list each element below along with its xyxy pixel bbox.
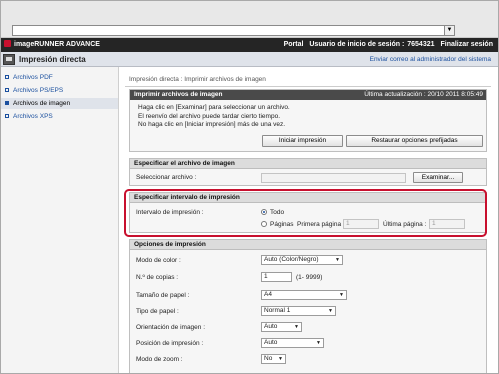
file-section: Especificar el archivo de imagen Selecci… bbox=[129, 158, 487, 186]
page-title: Impresión directa bbox=[19, 55, 86, 64]
chevron-down-icon: ▼ bbox=[328, 308, 333, 314]
bullet-icon bbox=[5, 88, 9, 92]
paper-size-label: Tamaño de papel : bbox=[136, 292, 190, 299]
sidebar-item-label: Archivos de imagen bbox=[13, 100, 71, 107]
email-admin-link[interactable]: Enviar correo al administrador del siste… bbox=[370, 55, 491, 65]
file-section-header: Especificar el archivo de imagen bbox=[130, 159, 486, 169]
print-panel-title: Imprimir archivos de imagen bbox=[134, 91, 223, 98]
sidebar-item-xps[interactable]: Archivos XPS bbox=[0, 111, 118, 122]
bullet-icon bbox=[5, 101, 9, 105]
paper-type-select[interactable]: Normal 1 ▼ bbox=[261, 306, 336, 316]
chevron-down-icon: ▼ bbox=[316, 340, 321, 346]
position-select[interactable]: Auto ▼ bbox=[261, 338, 324, 348]
chevron-down-icon: ▼ bbox=[294, 324, 299, 330]
brand: imageRUNNER ADVANCE bbox=[4, 40, 100, 50]
instruction-line: El reenvío del archivo puede tardar cier… bbox=[138, 112, 280, 120]
page-titlebar: Impresión directa Enviar correo al admin… bbox=[0, 52, 499, 67]
brand-name: imageRUNNER ADVANCE bbox=[14, 41, 100, 48]
bullet-icon bbox=[5, 114, 9, 118]
dropdown-arrow-icon[interactable]: ▼ bbox=[444, 26, 454, 35]
position-label: Posición de impresión : bbox=[136, 340, 204, 347]
bullet-icon bbox=[5, 75, 9, 79]
zoom-label: Modo de zoom : bbox=[136, 356, 183, 363]
start-print-button[interactable]: Iniciar impresión bbox=[262, 135, 343, 147]
options-section: Opciones de impresión Modo de color : Au… bbox=[129, 239, 487, 374]
paper-type-label: Tipo de papel : bbox=[136, 308, 179, 315]
zoom-value: No bbox=[264, 355, 273, 362]
sidebar-item-label: Archivos PDF bbox=[13, 74, 53, 81]
browser-toolbar: ▼ bbox=[0, 0, 499, 38]
copies-label: N.º de copias : bbox=[136, 274, 179, 281]
color-mode-select[interactable]: Auto (Color/Negro) ▼ bbox=[261, 255, 343, 265]
sidebar-item-pdf[interactable]: Archivos PDF bbox=[0, 72, 118, 83]
reset-defaults-button[interactable]: Restaurar opciones prefijadas bbox=[346, 135, 483, 147]
orientation-label: Orientación de imagen : bbox=[136, 324, 206, 331]
breadcrumb: Impresión directa : Imprimir archivos de… bbox=[129, 76, 266, 83]
canon-logo-icon bbox=[4, 40, 11, 47]
paper-type-value: Normal 1 bbox=[264, 307, 291, 314]
chevron-down-icon: ▼ bbox=[339, 292, 344, 298]
orientation-select[interactable]: Auto ▼ bbox=[261, 322, 302, 332]
instructions: Haga clic en [Examinar] para seleccionar… bbox=[138, 104, 290, 130]
sidebar: Archivos PDF Archivos PS/EPS Archivos de… bbox=[0, 67, 119, 374]
orientation-value: Auto bbox=[264, 323, 278, 330]
color-mode-label: Modo de color : bbox=[136, 257, 181, 264]
zoom-select[interactable]: No ▼ bbox=[261, 354, 286, 364]
sidebar-item-image[interactable]: Archivos de imagen bbox=[0, 98, 118, 109]
instruction-line: Haga clic en [Examinar] para seleccionar… bbox=[138, 104, 290, 111]
copies-range: (1- 9999) bbox=[296, 274, 323, 281]
color-mode-value: Auto (Color/Negro) bbox=[264, 256, 319, 263]
sidebar-item-label: Archivos PS/EPS bbox=[13, 87, 64, 94]
last-update: Última actualización : 20/10 2011 8:05:4… bbox=[364, 91, 483, 98]
options-section-header: Opciones de impresión bbox=[130, 240, 486, 250]
portal-link[interactable]: Portal bbox=[284, 41, 304, 48]
logout-link[interactable]: Finalizar sesión bbox=[440, 41, 493, 48]
divider bbox=[125, 86, 491, 87]
sidebar-item-label: Archivos XPS bbox=[13, 113, 53, 120]
instruction-line: No haga clic en [Iniciar impresión] más … bbox=[138, 121, 286, 128]
print-panel-header: Imprimir archivos de imagen Última actua… bbox=[130, 90, 486, 100]
select-file-label: Seleccionar archivo : bbox=[136, 174, 197, 181]
sidebar-item-ps-eps[interactable]: Archivos PS/EPS bbox=[0, 85, 118, 96]
login-user: 7654321 bbox=[407, 41, 435, 48]
position-value: Auto bbox=[264, 339, 278, 346]
chevron-down-icon: ▼ bbox=[335, 257, 340, 263]
address-combobox[interactable]: ▼ bbox=[12, 25, 455, 36]
file-path-field[interactable] bbox=[261, 173, 406, 183]
header-right: Portal Usuario de inicio de sesión : 765… bbox=[280, 40, 493, 50]
browse-button[interactable]: Examinar... bbox=[413, 172, 463, 183]
range-highlight bbox=[124, 189, 487, 237]
copies-field[interactable]: 1 bbox=[261, 272, 292, 282]
login-label: Usuario de inicio de sesión : bbox=[309, 41, 405, 48]
app-header: imageRUNNER ADVANCE Portal Usuario de in… bbox=[0, 38, 499, 52]
chevron-down-icon: ▼ bbox=[278, 356, 283, 362]
paper-size-value: A4 bbox=[264, 291, 272, 298]
print-panel: Imprimir archivos de imagen Última actua… bbox=[129, 89, 487, 152]
direct-print-icon bbox=[3, 54, 15, 65]
paper-size-select[interactable]: A4 ▼ bbox=[261, 290, 347, 300]
